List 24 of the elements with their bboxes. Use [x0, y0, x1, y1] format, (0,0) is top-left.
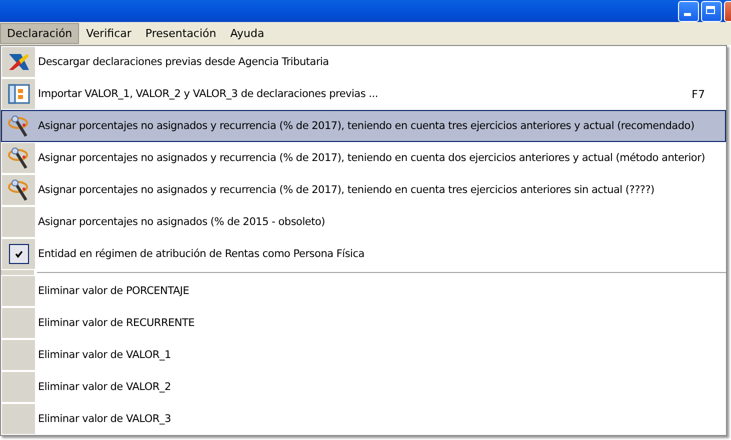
- menu-bar-item[interactable]: Declaración: [0, 23, 80, 44]
- menu-item[interactable]: Entidad en régimen de atribución de Rentas como Persona Física: [1, 238, 726, 270]
- menu-item[interactable]: Asignar porcentajes no asignados y recurrencia (% de 2017), teniendo en cuenta tres ejercicios anteriores sin actual (????): [1, 174, 726, 206]
- menu-item[interactable]: Eliminar valor de VALOR_3: [1, 403, 726, 435]
- menu-item[interactable]: Eliminar valor de VALOR_2: [1, 371, 726, 403]
- checkbox[interactable]: [8, 244, 28, 264]
- menu-item[interactable]: Importar VALOR_1, VALOR_2 y VALOR_3 de declaraciones previas ... F7: [1, 78, 726, 110]
- magic-wand-icon: [6, 178, 30, 202]
- menu-bar-item[interactable]: Ayuda: [223, 23, 272, 44]
- magic-wand-icon: [6, 114, 30, 138]
- menu-item[interactable]: Asignar porcentajes no asignados y recurrencia (% de 2017), teniendo en cuenta dos ejercicios anteriores y actual (método anterior): [1, 142, 726, 174]
- menu-item[interactable]: Eliminar valor de RECURRENTE: [1, 307, 726, 339]
- maximize-button[interactable]: [701, 0, 722, 22]
- menu-item[interactable]: Eliminar valor de VALOR_1: [1, 339, 726, 371]
- menu-item[interactable]: Eliminar valor de PORCENTAJE: [1, 275, 726, 307]
- menu-item[interactable]: Asignar porcentajes no asignados y recurrencia (% de 2017), teniendo en cuenta tres ejercicios anteriores y actual (recomendado): [1, 110, 726, 142]
- minimize-button[interactable]: [678, 0, 699, 22]
- menu-item[interactable]: Asignar porcentajes no asignados (% de 2015 - obsoleto): [1, 206, 726, 238]
- table-icon: [6, 82, 30, 106]
- menu-bar-item[interactable]: Presentación: [138, 23, 224, 44]
- magic-wand-icon: [6, 146, 30, 170]
- menu-item[interactable]: Descargar declaraciones previas desde Agencia Tributaria: [1, 46, 726, 78]
- checkmark-icon: [14, 249, 24, 259]
- menu-bar-item[interactable]: Verificar: [79, 23, 138, 44]
